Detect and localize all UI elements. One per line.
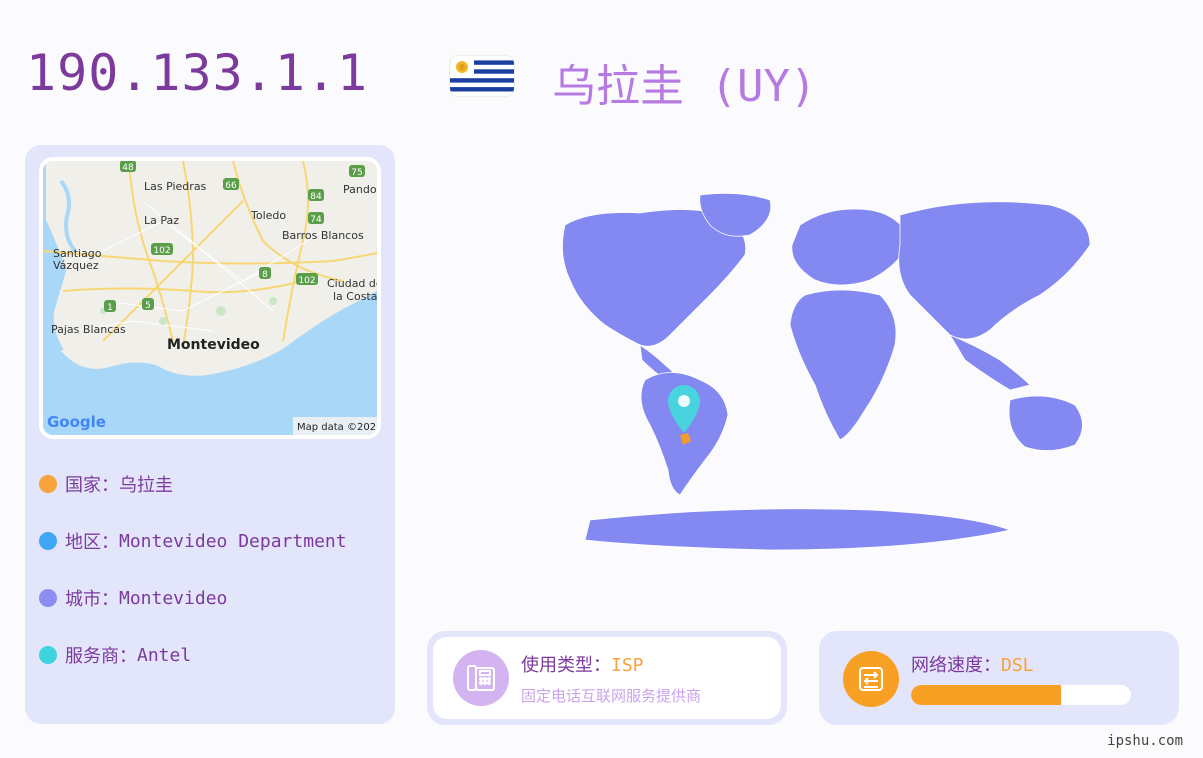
route-label: 66: [225, 181, 237, 191]
map-place-label: Pando: [343, 183, 377, 196]
antarctica-shape: [584, 508, 1012, 551]
uruguay-flag-icon: [450, 56, 514, 96]
isp-value: Antel: [137, 644, 192, 666]
map-place-label: Toledo: [250, 209, 286, 222]
country-value: 乌拉圭: [119, 475, 173, 496]
route-label: 102: [153, 246, 170, 256]
site-watermark: ipshu.com: [1107, 733, 1183, 749]
network-speed-label: 网络速度：: [911, 655, 1001, 676]
route-label: 74: [310, 215, 322, 225]
country-title: 乌拉圭 (UY): [552, 61, 817, 112]
australia-shape: [1008, 395, 1083, 451]
ip-address: 190.133.1.1: [26, 44, 369, 102]
map-place-label: La Paz: [144, 214, 179, 227]
route-label: 5: [145, 301, 151, 311]
route-label: 48: [122, 163, 134, 173]
route-label: 1: [107, 303, 113, 313]
region-value: Montevideo Department: [119, 530, 347, 552]
isp-dot-icon: [39, 646, 57, 664]
isp-row: 服务商： Antel: [39, 642, 191, 668]
modem-icon: [843, 651, 899, 707]
map-attribution: Map data ©2021: [297, 422, 377, 433]
usage-type-description: 固定电话互联网服务提供商: [521, 687, 702, 705]
city-dot-icon: [39, 589, 57, 607]
country-label: 国家：: [65, 475, 119, 496]
europe-shape: [791, 208, 911, 286]
route-label: 102: [298, 276, 315, 286]
region-row: 地区： Montevideo Department: [39, 528, 347, 554]
country-dot-icon: [39, 475, 57, 493]
map-place-label: la Costa: [333, 290, 377, 303]
asia-shape: [898, 201, 1091, 340]
map-place-label: Pajas Blancas: [51, 323, 126, 336]
speed-progress-track: [911, 685, 1131, 705]
map-place-label: Ciudad de: [327, 277, 377, 290]
telephone-icon: [453, 650, 509, 706]
isp-label: 服务商：: [65, 646, 137, 667]
region-label: 地区：: [65, 532, 119, 553]
map-place-label: Barros Blancos: [282, 229, 364, 242]
google-logo: Google: [47, 413, 106, 431]
city-label: 城市：: [65, 589, 119, 610]
map-place-label: Vázquez: [53, 259, 99, 272]
map-place-label: Montevideo: [167, 337, 260, 353]
city-value: Montevideo: [119, 587, 228, 609]
map-place-label: Las Piedras: [144, 180, 207, 193]
route-label: 8: [262, 270, 268, 280]
south-asia-shape: [949, 334, 1031, 391]
network-speed-card: 网络速度：DSL: [819, 631, 1179, 725]
location-panel: 48 66 75 84 74 102 8 102 1 5 Las Piedras…: [25, 145, 395, 724]
city-row: 城市： Montevideo: [39, 585, 227, 611]
usage-type-card: 使用类型：ISP 固定电话互联网服务提供商: [427, 631, 787, 725]
region-dot-icon: [39, 532, 57, 550]
network-speed-title: 网络速度：DSL: [911, 651, 1034, 677]
usage-type-label: 使用类型：: [521, 655, 611, 676]
route-label: 75: [351, 168, 362, 178]
route-label: 84: [310, 192, 322, 202]
location-map[interactable]: 48 66 75 84 74 102 8 102 1 5 Las Piedras…: [39, 157, 381, 439]
country-row: 国家： 乌拉圭: [39, 471, 173, 497]
network-speed-value: DSL: [1001, 655, 1034, 676]
world-map: [470, 185, 1150, 555]
speed-progress-fill: [911, 685, 1061, 705]
usage-type-value: ISP: [611, 655, 644, 676]
africa-shape: [789, 289, 897, 441]
usage-type-title: 使用类型：ISP: [521, 651, 644, 677]
